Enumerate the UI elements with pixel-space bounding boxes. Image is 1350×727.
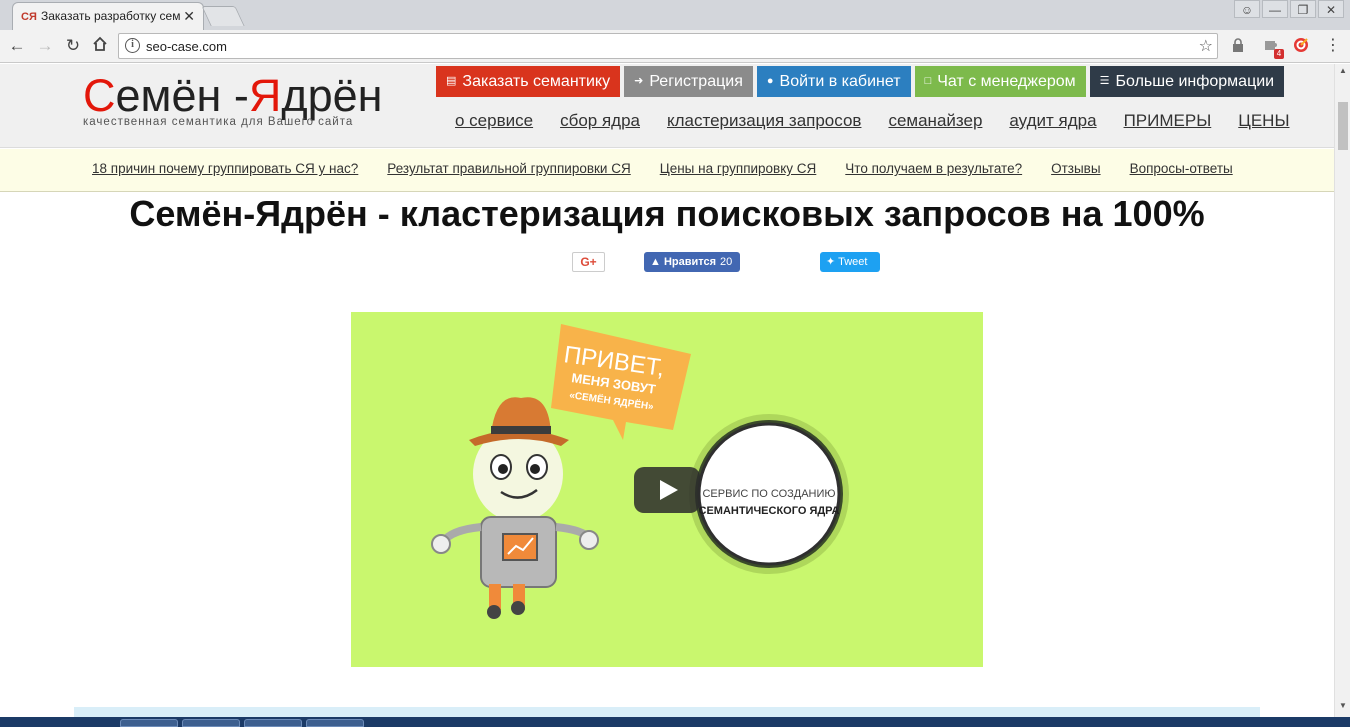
extension-lock-icon[interactable] [1229, 37, 1247, 55]
extension-puzzle-icon[interactable]: 4 [1262, 37, 1284, 59]
forward-arrow-icon[interactable]: → [34, 35, 56, 57]
facebook-like-button[interactable]: ▲ Нравится 20 [644, 252, 740, 272]
new-tab-button[interactable] [201, 6, 245, 26]
order-semantics-button[interactable]: ▤ Заказать семантику [436, 66, 621, 97]
logo-part-2: дрён [281, 70, 383, 121]
nav-clustering[interactable]: кластеризация запросов [667, 111, 861, 131]
tweet-label: Tweet [838, 256, 868, 268]
login-icon: ➜ [634, 75, 644, 87]
nav-core-collection[interactable]: сбор ядра [560, 111, 640, 131]
scroll-down-arrow-icon[interactable]: ▼ [1335, 701, 1350, 715]
thumbs-up-icon: ▲ [650, 256, 661, 268]
list-icon: ▤ [446, 75, 457, 87]
page-viewport: Семён -Ядрён качественная семантика для … [0, 64, 1334, 717]
address-url[interactable]: seo-case.com [146, 39, 227, 54]
restore-icon[interactable]: ❐ [1290, 0, 1316, 18]
speech-bubble: ПРИВЕТ, МЕНЯ ЗОВУТ «СЕМЁН ЯДРЁН» [551, 324, 691, 440]
subnav-what-we-get[interactable]: Что получаем в результате? [845, 161, 1022, 176]
chat-manager-label: Чат с менеджером [937, 73, 1076, 90]
play-button-icon[interactable] [634, 467, 700, 513]
os-taskbar [0, 717, 1350, 727]
register-button[interactable]: ➜ Регистрация [624, 66, 753, 97]
promo-video[interactable]: ПРИВЕТ, МЕНЯ ЗОВУТ «СЕМЁН ЯДРЁН» СЕРВИС … [351, 312, 983, 667]
subnav-reviews[interactable]: Отзывы [1051, 161, 1100, 176]
login-cabinet-button[interactable]: ● Войти в кабинет [756, 66, 911, 97]
reload-icon[interactable]: ↻ [62, 35, 84, 57]
register-label: Регистрация [649, 73, 743, 90]
tab-close-icon[interactable]: ✕ [183, 8, 195, 24]
tweet-button[interactable]: ✦ Tweet [820, 252, 880, 272]
site-info-icon[interactable]: i [125, 38, 140, 53]
nav-core-audit[interactable]: аудит ядра [1009, 111, 1096, 131]
order-semantics-label: Заказать семантику [462, 73, 611, 90]
page-title: Семён-Ядрён - кластеризация поисковых за… [129, 193, 1205, 234]
nav-prices[interactable]: ЦЕНЫ [1238, 111, 1289, 131]
extension-target-icon[interactable] [1292, 37, 1310, 55]
user-icon: ● [766, 75, 774, 87]
close-window-icon[interactable]: ✕ [1318, 0, 1344, 18]
site-favicon-icon: СЯ [21, 11, 37, 23]
nav-about[interactable]: о сервисе [455, 111, 533, 131]
facebook-like-label: Нравится [663, 256, 717, 268]
taskbar-app-3[interactable] [244, 719, 302, 727]
chat-icon: □ [924, 75, 932, 87]
mascot-character [431, 397, 599, 619]
more-info-button[interactable]: ☰ Больше информации [1089, 66, 1285, 97]
next-section-strip [74, 707, 1260, 717]
back-arrow-icon[interactable]: ← [6, 35, 28, 57]
scroll-up-arrow-icon[interactable]: ▲ [1335, 66, 1350, 80]
facebook-like-count: 20 [720, 256, 733, 268]
badge-line-1: СЕРВИС ПО СОЗДАНИЮ [702, 488, 835, 500]
bookmark-star-icon[interactable]: ☆ [1199, 36, 1213, 56]
browser-tab-bar: СЯ Заказать разработку сем ✕ ☺ — ❐ ✕ [0, 0, 1350, 30]
address-bar[interactable]: i seo-case.com ☆ [118, 33, 1218, 59]
google-plus-button[interactable]: G+ [572, 252, 605, 272]
chat-manager-button[interactable]: □ Чат с менеджером [914, 66, 1086, 97]
browser-menu-icon[interactable]: ⋮ [1324, 37, 1342, 55]
minimize-icon[interactable]: — [1262, 0, 1288, 18]
menu-icon: ☰ [1099, 75, 1110, 87]
logo-part-1: емён - [115, 70, 249, 121]
window-controls: ☺ — ❐ ✕ [1234, 0, 1344, 18]
logo-letter-s: С [83, 70, 116, 121]
taskbar-app-2[interactable] [182, 719, 240, 727]
subnav-grouping-result[interactable]: Результат правильной группировки СЯ [387, 161, 630, 176]
target-glyph-icon [1294, 38, 1308, 52]
logo-wordmark: Семён -Ядрён [83, 72, 383, 120]
site-logo[interactable]: Семён -Ядрён качественная семантика для … [83, 72, 383, 129]
tab-title: Заказать разработку сем [41, 9, 181, 23]
profile-icon[interactable]: ☺ [1234, 0, 1260, 18]
subnav-18-reasons[interactable]: 18 причин почему группировать СЯ у нас? [92, 161, 358, 176]
page-scrollbar[interactable]: ▲ ▼ [1334, 64, 1350, 717]
scroll-thumb[interactable] [1338, 102, 1348, 150]
browser-tab-active[interactable]: СЯ Заказать разработку сем ✕ [12, 2, 204, 30]
nav-semanizer[interactable]: семанайзер [888, 111, 982, 131]
badge-line-2: СЕМАНТИЧЕСКОГО ЯДРА [699, 505, 840, 517]
login-cabinet-label: Войти в кабинет [779, 73, 901, 90]
taskbar-app-1[interactable] [120, 719, 178, 727]
taskbar-app-4[interactable] [306, 719, 364, 727]
video-illustration: ПРИВЕТ, МЕНЯ ЗОВУТ «СЕМЁН ЯДРЁН» СЕРВИС … [431, 324, 849, 619]
subnav-grouping-prices[interactable]: Цены на группировку СЯ [660, 161, 817, 176]
nav-examples[interactable]: ПРИМЕРЫ [1124, 111, 1212, 131]
site-header: Семён -Ядрён качественная семантика для … [0, 64, 1334, 148]
header-action-buttons: ▤ Заказать семантику ➜ Регистрация ● Вой… [436, 66, 1285, 97]
logo-letter-ya: Я [248, 70, 282, 121]
twitter-bird-icon: ✦ [826, 256, 836, 268]
main-nav: о сервисе сбор ядра кластеризация запрос… [455, 111, 1290, 131]
home-glyph-icon [93, 36, 107, 51]
subnav-faq[interactable]: Вопросы-ответы [1130, 161, 1233, 176]
browser-toolbar: ← → ↻ i seo-case.com ☆ 4 ⋮ [0, 30, 1350, 63]
logo-tagline: качественная семантика для Вашего сайта [83, 116, 354, 128]
home-icon[interactable] [89, 35, 111, 57]
lock-glyph-icon [1233, 38, 1243, 52]
service-badge: СЕРВИС ПО СОЗДАНИЮ СЕМАНТИЧЕСКОГО ЯДРА [689, 414, 849, 574]
extension-badge: 4 [1274, 49, 1284, 59]
more-info-label: Больше информации [1115, 73, 1275, 90]
sub-navigation: 18 причин почему группировать СЯ у нас? … [0, 149, 1334, 192]
